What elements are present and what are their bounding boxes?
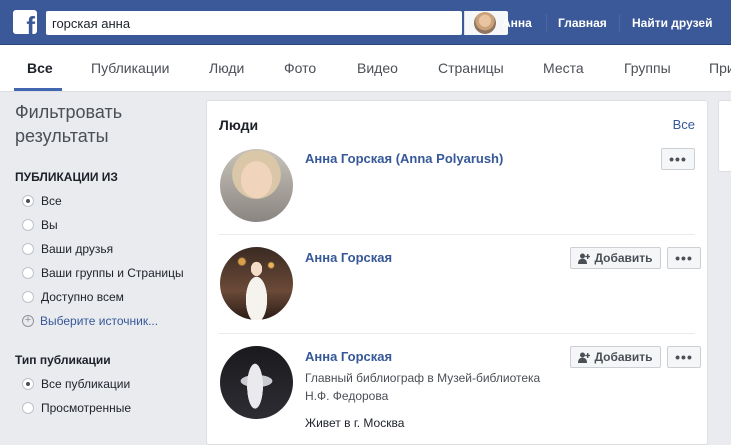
- more-options-button[interactable]: •••: [661, 148, 695, 170]
- top-navigation-bar: f Анна Главная Найти друзей: [0, 0, 731, 45]
- choose-source-link[interactable]: + Выберите источник...: [15, 312, 158, 330]
- home-link[interactable]: Главная: [558, 16, 607, 30]
- filter-option-viewed[interactable]: Просмотренные: [15, 399, 131, 417]
- avatar[interactable]: [220, 149, 293, 222]
- add-friend-icon: [578, 253, 591, 264]
- tab-all[interactable]: Все: [27, 60, 53, 76]
- filter-title-line1: Фильтровать: [15, 102, 123, 122]
- post-type-heading: Тип публикации: [15, 353, 111, 367]
- tab-photos[interactable]: Фото: [284, 60, 316, 76]
- filter-option-friends[interactable]: Ваши друзья: [15, 240, 113, 258]
- see-all-link[interactable]: Все: [673, 117, 695, 132]
- radio-icon: [22, 291, 34, 303]
- search-box: [46, 11, 508, 35]
- profile-name: Анна: [502, 16, 532, 30]
- person-location: Живет в г. Москва: [305, 416, 405, 430]
- divider: [219, 234, 695, 235]
- plus-circle-icon: +: [22, 315, 34, 327]
- nav-divider: [546, 14, 547, 32]
- tab-people[interactable]: Люди: [209, 60, 244, 76]
- more-options-button[interactable]: •••: [667, 346, 701, 368]
- person-name-link[interactable]: Анна Горская: [305, 349, 392, 364]
- avatar[interactable]: [220, 247, 293, 320]
- facebook-logo-icon[interactable]: f: [13, 10, 37, 34]
- filter-option-you[interactable]: Вы: [15, 216, 58, 234]
- radio-checked-icon: [22, 195, 34, 207]
- avatar: [474, 12, 496, 34]
- active-tab-indicator: [14, 88, 62, 91]
- right-column-card: [718, 100, 731, 172]
- filter-panel: Фильтровать результаты: [15, 100, 195, 148]
- filter-option-groups-pages[interactable]: Ваши группы и Страницы: [15, 264, 184, 282]
- add-friend-button[interactable]: Добавить: [570, 247, 661, 269]
- more-options-button[interactable]: •••: [667, 247, 701, 269]
- tab-places[interactable]: Места: [543, 60, 584, 76]
- tab-groups[interactable]: Группы: [624, 60, 671, 76]
- filter-option-all[interactable]: Все: [15, 192, 62, 210]
- nav-divider: [619, 14, 620, 32]
- avatar[interactable]: [220, 346, 293, 419]
- radio-icon: [22, 267, 34, 279]
- tab-posts[interactable]: Публикации: [91, 60, 169, 76]
- search-tabs: Все Публикации Люди Фото Видео Страницы …: [0, 45, 731, 92]
- filter-option-public[interactable]: Доступно всем: [15, 288, 124, 306]
- add-friend-icon: [578, 352, 591, 363]
- add-friend-button[interactable]: Добавить: [570, 346, 661, 368]
- find-friends-link[interactable]: Найти друзей: [632, 16, 712, 30]
- radio-icon: [22, 402, 34, 414]
- radio-icon: [22, 243, 34, 255]
- search-input[interactable]: [46, 11, 416, 35]
- posts-from-heading: ПУБЛИКАЦИИ ИЗ: [15, 170, 118, 184]
- people-results-card: Люди Все Анна Горская (Anna Polyarush) •…: [206, 100, 708, 445]
- tab-apps[interactable]: При: [709, 60, 731, 76]
- filter-option-all-posts[interactable]: Все публикации: [15, 375, 130, 393]
- tab-pages[interactable]: Страницы: [438, 60, 504, 76]
- person-workplace: Главный библиограф в Музей-библиотека Н.…: [305, 371, 541, 403]
- radio-icon: [22, 219, 34, 231]
- person-name-link[interactable]: Анна Горская: [305, 250, 392, 265]
- radio-checked-icon: [22, 378, 34, 390]
- section-title: Люди: [219, 117, 259, 133]
- divider: [219, 333, 695, 334]
- profile-link[interactable]: Анна: [474, 12, 532, 34]
- filter-title-line2: результаты: [15, 126, 109, 146]
- person-name-link[interactable]: Анна Горская (Anna Polyarush): [305, 151, 503, 166]
- tab-videos[interactable]: Видео: [357, 60, 398, 76]
